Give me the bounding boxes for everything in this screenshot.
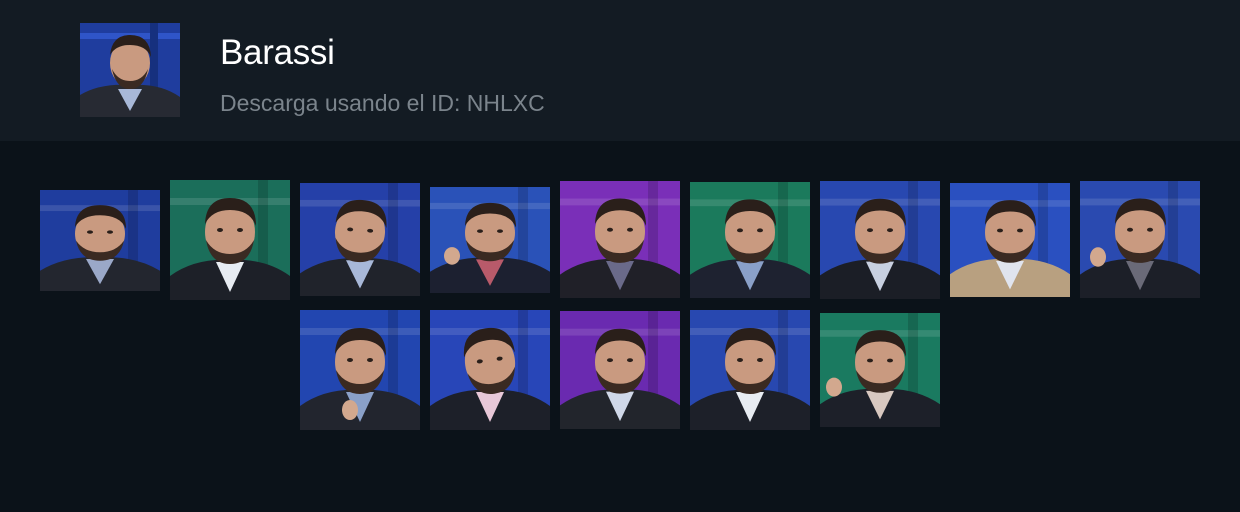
sticker-14[interactable] [820,313,940,427]
sticker-image [820,181,940,299]
sticker-13[interactable] [690,310,810,430]
sticker-4[interactable] [430,187,550,293]
sticker-11[interactable] [430,310,550,430]
sticker-1[interactable] [40,190,160,291]
sticker-image [560,311,680,429]
pack-header: Barassi Descarga usando el ID: NHLXC [0,0,1240,141]
sticker-image [170,180,290,300]
sticker-image [820,313,940,427]
sticker-image [690,310,810,430]
person-portrait-icon [80,23,180,117]
sticker-image [40,190,160,291]
sticker-8[interactable] [950,183,1070,297]
sticker-3[interactable] [300,183,420,296]
sticker-image [300,310,420,430]
sticker-10[interactable] [300,310,420,430]
sticker-12[interactable] [560,311,680,429]
sticker-image [1080,181,1200,298]
sticker-image [430,310,550,430]
sticker-6[interactable] [690,182,810,298]
sticker-image [950,183,1070,297]
sticker-7[interactable] [820,181,940,299]
sticker-image [430,187,550,293]
sticker-5[interactable] [560,181,680,298]
sticker-image [560,181,680,298]
download-id-text: Descarga usando el ID: NHLXC [220,90,545,116]
sticker-image [300,183,420,296]
pack-title: Barassi [220,33,335,72]
pack-cover-image[interactable] [80,23,180,117]
sticker-2[interactable] [170,180,290,300]
sticker-9[interactable] [1080,181,1200,298]
sticker-image [690,182,810,298]
